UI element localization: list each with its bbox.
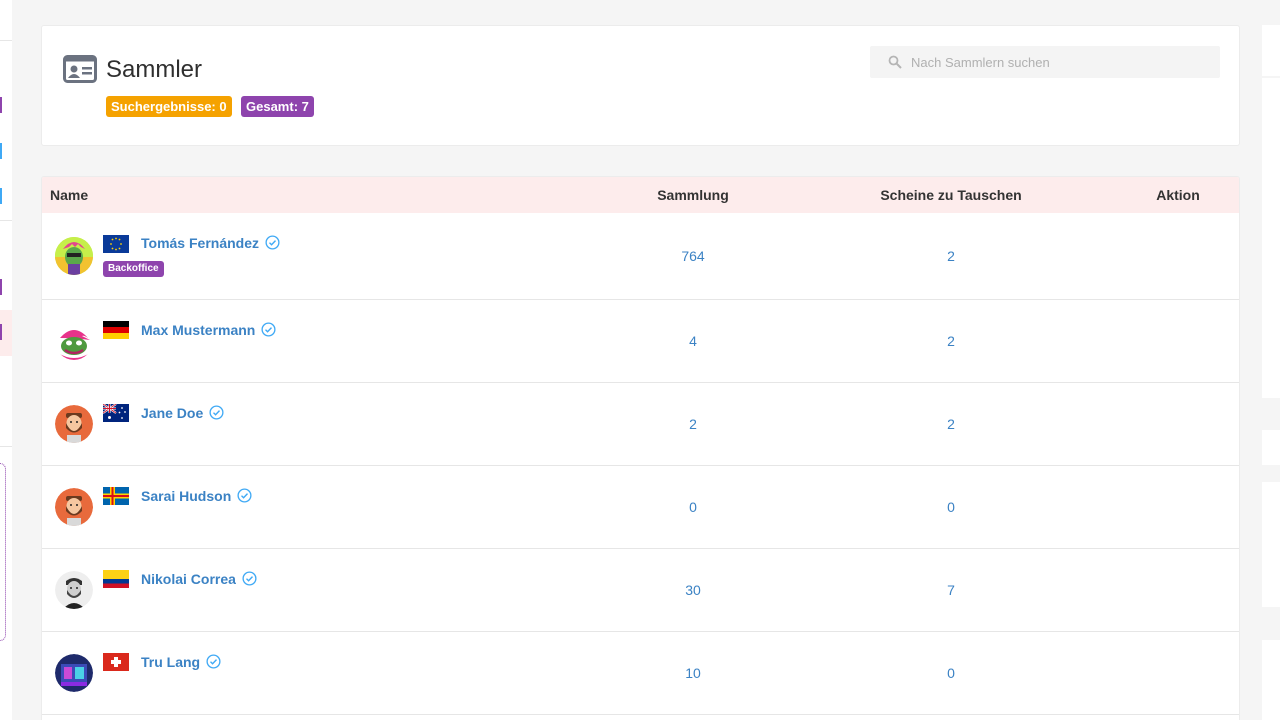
collector-name: Tru Lang: [141, 654, 201, 670]
sidebar-divider: [0, 220, 12, 221]
collector-name: Max Mustermann: [141, 322, 256, 338]
id-card-icon: [63, 55, 97, 83]
column-header-trade[interactable]: Scheine zu Tauschen: [880, 177, 1021, 213]
aland-flag-icon: [103, 487, 129, 505]
collection-count[interactable]: 30: [685, 582, 701, 598]
table-row: Nikolai Correa 30 7: [42, 549, 1239, 632]
collection-count[interactable]: 764: [681, 248, 704, 264]
avatar[interactable]: [55, 322, 93, 360]
table-row: Max Mustermann 4 2: [42, 300, 1239, 383]
page-title: Sammler: [106, 56, 203, 83]
collector-name-link[interactable]: Tru Lang: [141, 654, 221, 670]
collector-name-link[interactable]: Jane Doe: [141, 405, 224, 421]
collector-name-link[interactable]: Tomás Fernández: [141, 235, 280, 251]
sidebar-marker: [0, 188, 2, 204]
search-results-badge: Suchergebnisse: 0: [106, 96, 232, 117]
right-panel-card: [1262, 430, 1280, 465]
table-row: Jane Doe 2 2: [42, 383, 1239, 466]
switzerland-flag-icon: [103, 653, 129, 671]
total-count-badge: Gesamt: 7: [241, 96, 314, 117]
right-panel-edge: [1262, 0, 1280, 720]
sidebar-dotted-box: [0, 463, 6, 641]
page-header-card: Sammler Suchergebnisse: 0 Gesamt: 7: [41, 25, 1240, 146]
trade-count[interactable]: 2: [947, 333, 955, 349]
colombia-flag-icon: [103, 570, 129, 588]
verified-icon: [237, 488, 252, 503]
search-icon: [888, 55, 902, 69]
trade-count[interactable]: 2: [947, 416, 955, 432]
eu-flag-icon: [103, 235, 129, 253]
collector-name: Nikolai Correa: [141, 571, 236, 587]
search-input[interactable]: [911, 46, 1211, 78]
avatar[interactable]: [55, 571, 93, 609]
collection-count[interactable]: 10: [685, 665, 701, 681]
verified-icon: [261, 322, 276, 337]
trade-count[interactable]: 7: [947, 582, 955, 598]
table-row: Sarai Hudson 0 0: [42, 466, 1239, 549]
search-box[interactable]: [870, 46, 1220, 78]
verified-icon: [209, 405, 224, 420]
table-header: Name Sammlung Scheine zu Tauschen Aktion: [42, 177, 1239, 213]
collectors-table: Name Sammlung Scheine zu Tauschen Aktion: [41, 176, 1240, 720]
verified-icon: [242, 571, 257, 586]
right-panel-card: [1262, 482, 1280, 607]
right-panel-card: [1262, 25, 1280, 76]
collection-count[interactable]: 0: [689, 499, 697, 515]
collector-name: Tomás Fernández: [141, 235, 259, 251]
collector-name-link[interactable]: Sarai Hudson: [141, 488, 252, 504]
column-header-collection[interactable]: Sammlung: [657, 177, 729, 213]
collector-name: Sarai Hudson: [141, 488, 232, 504]
australia-flag-icon: [103, 404, 129, 422]
collector-name-link[interactable]: Max Mustermann: [141, 322, 276, 338]
column-header-action: Aktion: [1156, 187, 1200, 203]
avatar[interactable]: [55, 237, 93, 275]
trade-count[interactable]: 0: [947, 665, 955, 681]
column-header-name[interactable]: Name: [50, 177, 88, 213]
sidebar-marker: [0, 143, 2, 159]
left-sidebar-edge: [0, 0, 12, 720]
collector-name: Jane Doe: [141, 405, 204, 421]
right-panel-card: [1262, 78, 1280, 398]
collector-name-link[interactable]: Nikolai Correa: [141, 571, 257, 587]
sidebar-marker: [0, 97, 2, 113]
verified-icon: [206, 654, 221, 669]
sidebar-marker: [0, 279, 2, 295]
germany-flag-icon: [103, 321, 129, 339]
collection-count[interactable]: 4: [689, 333, 697, 349]
trade-count[interactable]: 0: [947, 499, 955, 515]
avatar[interactable]: [55, 488, 93, 526]
avatar[interactable]: [55, 654, 93, 692]
table-row: Tru Lang 10 0: [42, 632, 1239, 715]
sidebar-divider: [0, 446, 12, 447]
right-panel-card: [1262, 640, 1280, 720]
verified-icon: [265, 235, 280, 250]
sidebar-divider: [0, 40, 12, 41]
table-row: Tomás Fernández Backoffice 764 2: [42, 213, 1239, 300]
sidebar-marker: [0, 324, 2, 340]
avatar[interactable]: [55, 405, 93, 443]
collection-count[interactable]: 2: [689, 416, 697, 432]
trade-count[interactable]: 2: [947, 248, 955, 264]
role-badge: Backoffice: [103, 261, 164, 277]
